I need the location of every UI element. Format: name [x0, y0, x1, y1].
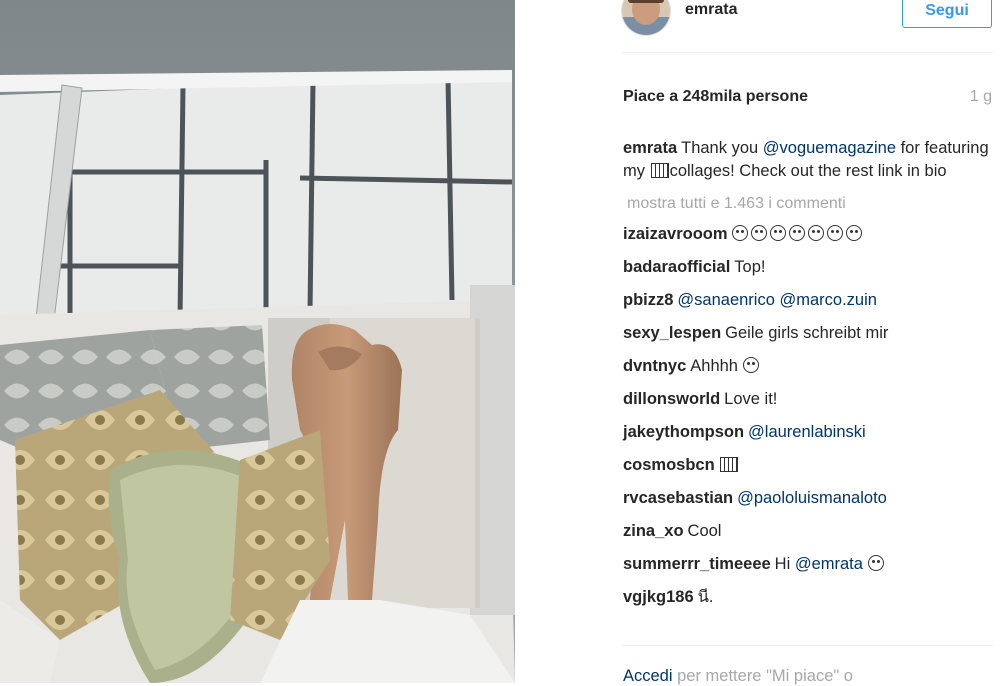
missing-glyph-icon [650, 163, 669, 178]
comment-username[interactable]: dillonsworld [623, 390, 720, 408]
comment-row: vgjkg186 นี. [623, 586, 993, 619]
likes-count[interactable]: Piace a 248mila persone [623, 88, 808, 106]
smiley-emoji-icon [867, 555, 884, 571]
comment-row: zina_xo Cool [623, 520, 993, 553]
smiley-emoji-icon [731, 225, 748, 241]
comment-text: Top! [734, 258, 766, 276]
likes-row: Piace a 248mila persone 1 g [623, 88, 993, 108]
smiley-emoji-icon [807, 225, 824, 241]
collage-image [0, 0, 515, 683]
smiley-emoji-icon [845, 225, 862, 241]
comment-username[interactable]: badaraofficial [623, 258, 730, 276]
caption-mention[interactable]: @voguemagazine [763, 139, 896, 157]
comment-row: pbizz8 @sanaenrico @marco.zuin [623, 289, 993, 322]
comment-username[interactable]: jakeythompson [623, 423, 744, 441]
comment-text: Love it! [724, 390, 778, 408]
comment-username[interactable]: vgjkg186 [623, 588, 694, 606]
comment-mention[interactable]: @sanaenrico @marco.zuin [677, 291, 877, 309]
post-header: emrata Segui [593, 0, 1000, 50]
author-username[interactable]: emrata [685, 1, 737, 19]
divider [621, 52, 993, 53]
follow-button[interactable]: Segui [902, 0, 992, 28]
comment-mention[interactable]: @emrata [795, 555, 863, 573]
missing-glyph-icon [719, 457, 738, 472]
comment-text: Hi [774, 555, 795, 573]
caption-username[interactable]: emrata [623, 139, 677, 157]
smiley-emoji-icon [742, 357, 759, 373]
comment-username[interactable]: dvntnyc [623, 357, 686, 375]
comment-mention[interactable]: @paololuismanaloto [737, 489, 887, 507]
comment-row: jakeythompson @laurenlabinski [623, 421, 993, 454]
caption-text: Thank you [681, 139, 763, 157]
post-photo[interactable] [0, 0, 515, 683]
comment-row: izaizavrooom [623, 223, 993, 256]
comment-username[interactable]: izaizavrooom [623, 225, 728, 243]
caption: emrata Thank you @voguemagazine for featu… [623, 137, 993, 183]
smiley-emoji-icon [826, 225, 843, 241]
comment-list: izaizavrooom badaraofficial Top! pbizz8 @san… [623, 223, 993, 619]
comment-row: summerrr_timeeee Hi @emrata [623, 553, 993, 586]
login-link[interactable]: Accedi [623, 667, 673, 685]
post-sidebar: emrata Segui Piace a 248mila persone 1 g… [593, 0, 1000, 686]
comment-row: badaraofficial Top! [623, 256, 993, 289]
comment-row: dvntnyc Ahhhh [623, 355, 993, 388]
login-prompt: Accedi per mettere "Mi piace" o [623, 667, 853, 686]
post-age[interactable]: 1 g [970, 88, 992, 106]
comments-section: emrata Thank you @voguemagazine for featu… [623, 137, 993, 619]
show-all-comments-link[interactable]: mostra tutti e 1.463 i commenti [627, 193, 993, 215]
comment-text: Ahhhh [690, 357, 738, 375]
comment-row: dillonsworld Love it! [623, 388, 993, 421]
smiley-emoji-icon [750, 225, 767, 241]
comment-mention[interactable]: @laurenlabinski [748, 423, 866, 441]
avatar[interactable] [621, 0, 671, 36]
smiley-emoji-icon [769, 225, 786, 241]
divider [621, 645, 993, 646]
comment-username[interactable]: pbizz8 [623, 291, 673, 309]
comment-username[interactable]: summerrr_timeeee [623, 555, 771, 573]
smiley-emoji-icon [788, 225, 805, 241]
caption-text: collages! Check out the rest link in bio [669, 162, 947, 180]
comment-text: Geile girls schreibt mir [725, 324, 889, 342]
comment-text: Cool [687, 522, 722, 540]
comment-username[interactable]: cosmosbcn [623, 456, 715, 474]
comment-username[interactable]: rvcasebastian [623, 489, 733, 507]
comment-username[interactable]: zina_xo [623, 522, 684, 540]
comment-row: sexy_lespen Geile girls schreibt mir [623, 322, 993, 355]
comment-username[interactable]: sexy_lespen [623, 324, 721, 342]
comment-row: rvcasebastian @paololuismanaloto [623, 487, 993, 520]
login-prompt-text: per mettere "Mi piace" o [672, 667, 853, 685]
comment-row: cosmosbcn [623, 454, 993, 487]
photo-gutter [515, 0, 593, 683]
comment-text: นี. [697, 588, 714, 606]
